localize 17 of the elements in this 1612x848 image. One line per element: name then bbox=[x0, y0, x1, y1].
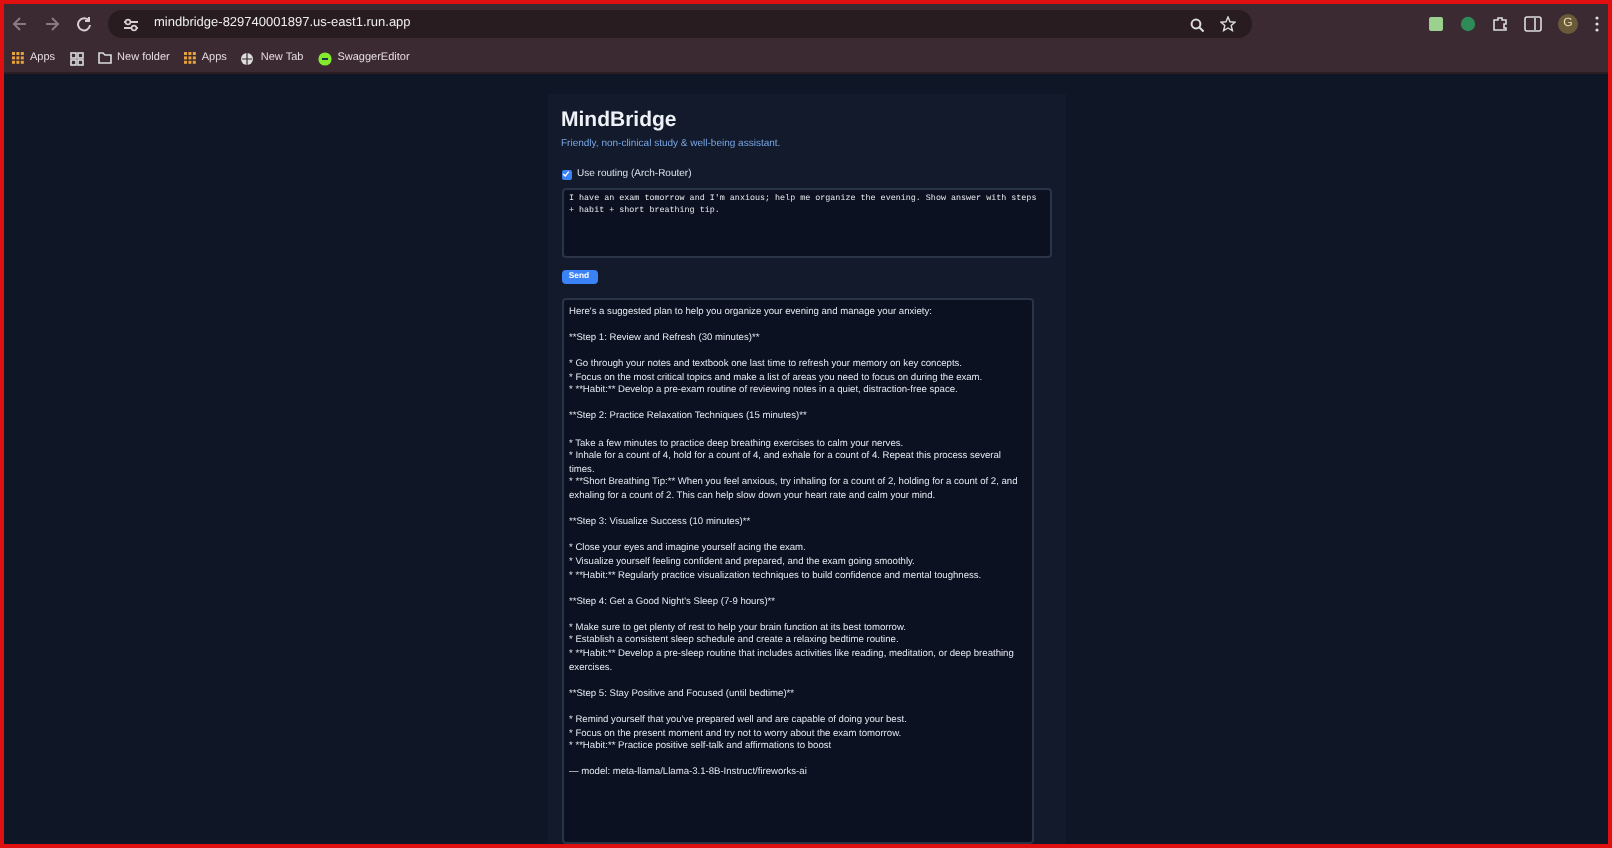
star-icon[interactable] bbox=[1220, 16, 1236, 32]
app-title: MindBridge bbox=[561, 106, 679, 134]
site-settings-icon[interactable] bbox=[124, 17, 138, 31]
puzzle-icon[interactable] bbox=[1492, 16, 1508, 32]
reload-icon[interactable] bbox=[76, 16, 92, 32]
sidebar-icon[interactable] bbox=[1524, 16, 1542, 32]
zoom-icon[interactable] bbox=[1190, 17, 1204, 31]
swagger-logo-icon bbox=[317, 51, 332, 65]
folder-icon bbox=[97, 52, 112, 64]
globe-icon bbox=[240, 51, 255, 65]
back-icon[interactable] bbox=[12, 16, 28, 32]
routing-checkbox[interactable] bbox=[561, 169, 571, 180]
grid-icon[interactable] bbox=[69, 51, 84, 65]
forward-icon[interactable] bbox=[44, 16, 60, 32]
apps-grid-icon bbox=[12, 52, 24, 64]
apps-grid-icon bbox=[183, 52, 196, 64]
menu-icon[interactable] bbox=[1594, 16, 1600, 32]
